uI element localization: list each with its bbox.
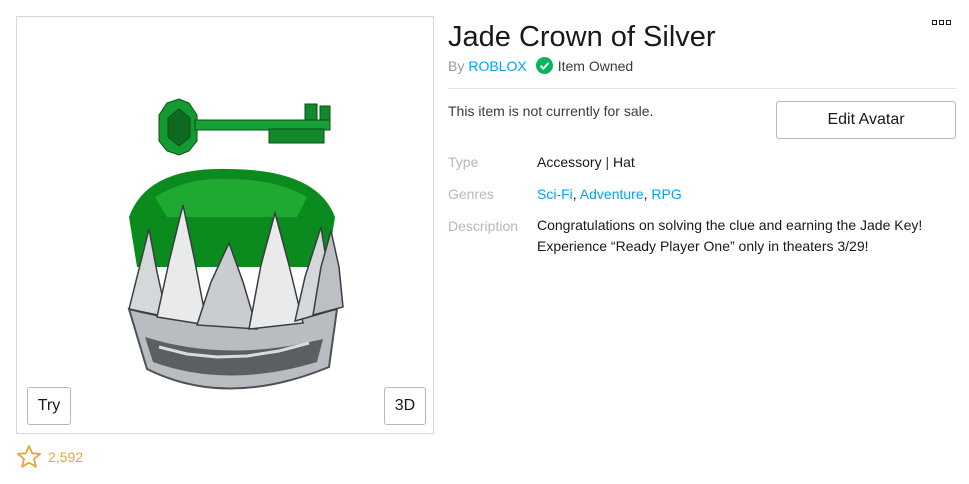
type-secondary: Hat	[613, 154, 635, 170]
genre-link-rpg[interactable]: RPG	[651, 186, 681, 202]
jade-crown-image	[127, 98, 344, 390]
genre-link-adventure[interactable]: Adventure	[580, 186, 644, 202]
check-circle-icon	[535, 57, 553, 74]
more-options-icon[interactable]	[932, 20, 951, 25]
type-separator: |	[605, 154, 610, 170]
genres-label: Genres	[448, 186, 494, 202]
description-label: Description	[448, 218, 519, 234]
header-divider	[448, 88, 956, 89]
type-label: Type	[448, 154, 479, 170]
description-line-2: Experience “Ready Player One” only in th…	[537, 238, 869, 254]
edit-avatar-button[interactable]: Edit Avatar	[776, 101, 956, 139]
item-owned-label: Item Owned	[557, 57, 634, 74]
sale-status: This item is not currently for sale.	[448, 103, 654, 119]
description-text: Congratulations on solving the clue and …	[537, 215, 922, 257]
view-3d-button[interactable]: 3D	[384, 387, 426, 425]
genres-value: Sci-Fi, Adventure, RPG	[537, 186, 682, 202]
byline: By ROBLOX Item Owned	[448, 57, 633, 74]
jade-key	[158, 98, 331, 156]
favorite-count: 2,592	[48, 448, 84, 465]
genre-separator: ,	[643, 186, 648, 202]
item-title: Jade Crown of Silver	[448, 21, 716, 53]
genre-separator: ,	[572, 186, 577, 202]
genre-link-scifi[interactable]: Sci-Fi	[537, 186, 573, 202]
type-value: Accessory | Hat	[537, 154, 635, 170]
type-primary: Accessory	[537, 154, 602, 170]
description-line-1: Congratulations on solving the clue and …	[537, 217, 923, 233]
creator-link[interactable]: ROBLOX	[468, 58, 526, 74]
item-thumbnail: Try 3D	[16, 16, 434, 434]
star-icon[interactable]	[16, 444, 42, 469]
by-prefix: By	[448, 57, 465, 74]
try-button[interactable]: Try	[27, 387, 71, 425]
favorite-section[interactable]: 2,592	[16, 444, 83, 469]
